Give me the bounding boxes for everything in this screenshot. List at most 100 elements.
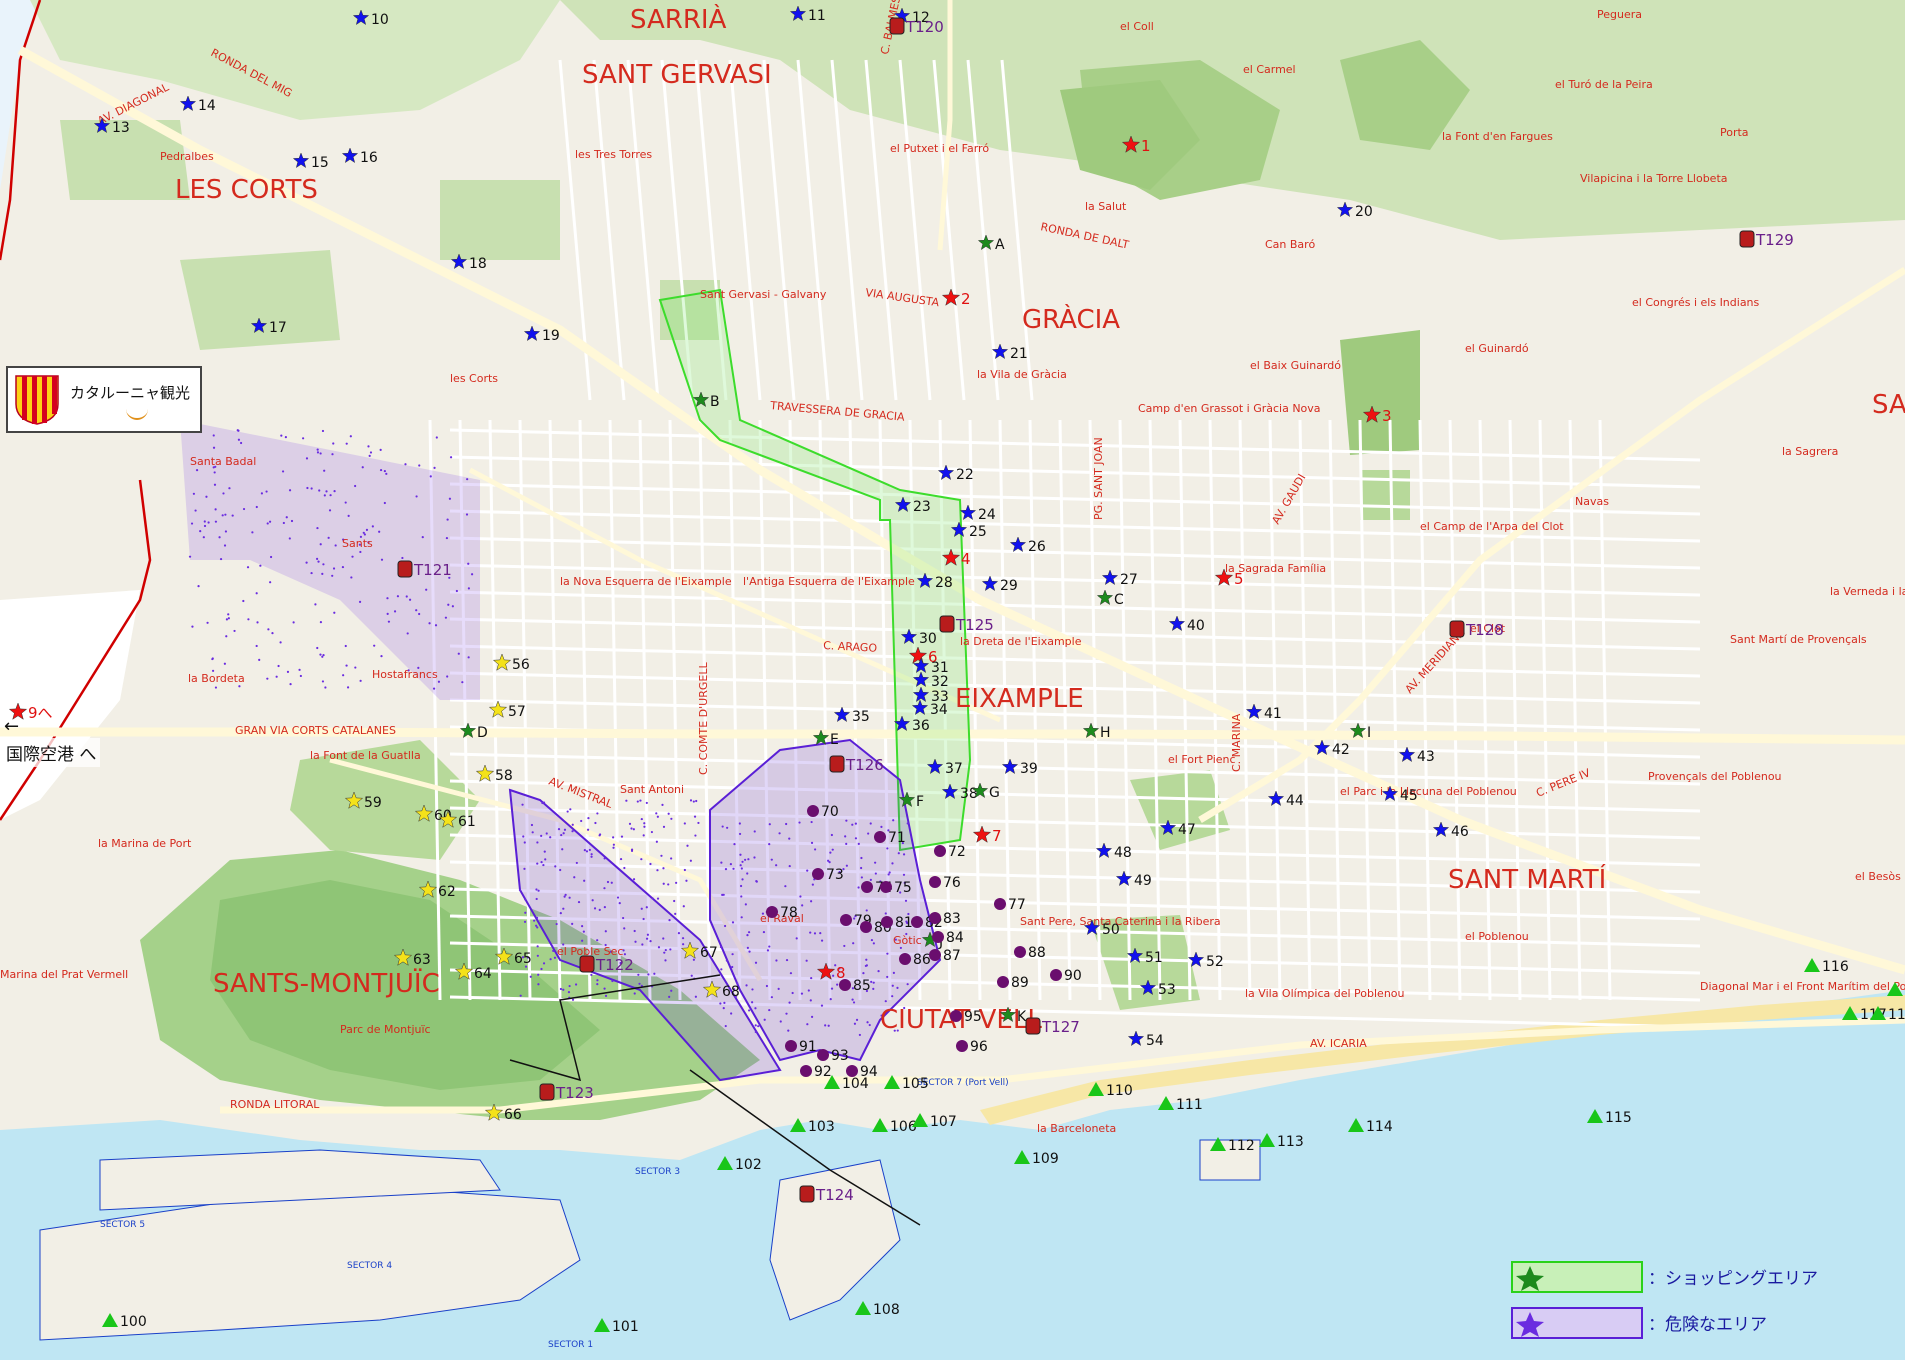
marker-label: T125 bbox=[955, 616, 994, 634]
purple-dot-icon[interactable] bbox=[956, 1040, 968, 1052]
airport-direction-label[interactable]: 国際空港 へ bbox=[2, 738, 101, 767]
marker-label: 21 bbox=[1010, 346, 1028, 362]
marker-label: T129 bbox=[1755, 231, 1794, 249]
neighbourhood-label: la Vila Olímpica del Poblenou bbox=[1245, 987, 1405, 1000]
purple-dot-icon[interactable] bbox=[874, 831, 886, 843]
marker-label: 103 bbox=[808, 1119, 835, 1135]
marker-label: T120 bbox=[905, 18, 944, 36]
marker-label: 46 bbox=[1451, 824, 1469, 840]
marker-label: 28 bbox=[935, 575, 953, 591]
marker-label: 87 bbox=[943, 948, 961, 964]
tram-icon[interactable] bbox=[829, 755, 845, 773]
barcelona-map[interactable]: SARRIÀ SANT GERVASI LES CORTS GRÀCIA EIX… bbox=[0, 0, 1905, 1360]
marker-label: T123 bbox=[555, 1084, 594, 1102]
marker-label: D bbox=[477, 725, 488, 741]
district-sants-montjuic: SANTS-MONTJUÏC bbox=[213, 967, 440, 999]
marker-label: 96 bbox=[970, 1039, 988, 1055]
neighbourhood-label: el Guinardó bbox=[1465, 342, 1529, 355]
tram-icon[interactable] bbox=[1739, 230, 1755, 248]
purple-dot-icon[interactable] bbox=[950, 1010, 962, 1022]
marker-label: 65 bbox=[514, 951, 532, 967]
marker-label: 54 bbox=[1146, 1033, 1164, 1049]
neighbourhood-label: Sant Martí de Provençals bbox=[1730, 633, 1867, 646]
purple-dot-icon[interactable] bbox=[1050, 969, 1062, 981]
neighbourhood-label: Camp d'en Grassot i Gràcia Nova bbox=[1138, 402, 1321, 415]
neighbourhood-label: Vilapicina i la Torre Llobeta bbox=[1580, 172, 1728, 185]
purple-dot-icon[interactable] bbox=[800, 1065, 812, 1077]
tram-icon[interactable] bbox=[889, 17, 905, 35]
purple-dot-icon[interactable] bbox=[1014, 946, 1026, 958]
purple-dot-icon[interactable] bbox=[881, 916, 893, 928]
marker-label: 41 bbox=[1264, 706, 1282, 722]
marker-label: 40 bbox=[1187, 618, 1205, 634]
purple-dot-icon[interactable] bbox=[880, 881, 892, 893]
marker-label: 66 bbox=[504, 1107, 522, 1123]
marker-label: 5 bbox=[1234, 570, 1244, 588]
marker-label: 16 bbox=[360, 150, 378, 166]
purple-dot-icon[interactable] bbox=[817, 1049, 829, 1061]
marker-label: 59 bbox=[364, 795, 382, 811]
marker-label: 42 bbox=[1332, 742, 1350, 758]
marker-label: 18 bbox=[469, 256, 487, 272]
purple-dot-icon[interactable] bbox=[934, 845, 946, 857]
purple-dot-icon[interactable] bbox=[812, 868, 824, 880]
purple-dot-icon[interactable] bbox=[997, 976, 1009, 988]
tram-icon[interactable] bbox=[397, 560, 413, 578]
purple-dot-icon[interactable] bbox=[929, 949, 941, 961]
purple-dot-icon[interactable] bbox=[861, 881, 873, 893]
purple-dot-icon[interactable] bbox=[839, 979, 851, 991]
purple-dot-icon[interactable] bbox=[929, 912, 941, 924]
purple-dot-icon[interactable] bbox=[807, 805, 819, 817]
purple-dot-icon[interactable] bbox=[994, 898, 1006, 910]
purple-dot-icon[interactable] bbox=[899, 953, 911, 965]
catalonia-tourism-logo[interactable]: カタルーニャ観光 bbox=[6, 366, 202, 433]
tram-icon[interactable] bbox=[799, 1185, 815, 1203]
port-sector-label: SECTOR 3 bbox=[635, 1167, 680, 1177]
marker-label: F bbox=[916, 794, 924, 810]
marker-label: 92 bbox=[814, 1064, 832, 1080]
marker-label: 83 bbox=[943, 911, 961, 927]
marker-label: 78 bbox=[780, 905, 798, 921]
marker-label: 110 bbox=[1106, 1083, 1133, 1099]
marker-label: 64 bbox=[474, 966, 492, 982]
marker-label: T122 bbox=[595, 956, 634, 974]
marker-label: 91 bbox=[799, 1039, 817, 1055]
marker-label: T126 bbox=[845, 756, 884, 774]
purple-dot-icon[interactable] bbox=[840, 914, 852, 926]
neighbourhood-label: el Besòs i el Maresme bbox=[1855, 870, 1905, 883]
tram-icon[interactable] bbox=[579, 955, 595, 973]
tram-icon[interactable] bbox=[539, 1083, 555, 1101]
marker-label: 86 bbox=[913, 952, 931, 968]
marker-label: 2 bbox=[961, 290, 971, 308]
tram-icon[interactable] bbox=[1025, 1017, 1041, 1035]
purple-dot-icon[interactable] bbox=[929, 876, 941, 888]
marker-label: 109 bbox=[1032, 1151, 1059, 1167]
purple-dot-icon[interactable] bbox=[766, 906, 778, 918]
neighbourhood-label: Pedralbes bbox=[160, 150, 214, 163]
purple-dot-icon[interactable] bbox=[785, 1040, 797, 1052]
purple-dot-icon[interactable] bbox=[860, 921, 872, 933]
purple-dot-icon[interactable] bbox=[911, 916, 923, 928]
marker-label: 47 bbox=[1178, 822, 1196, 838]
legend-shopping-label: ：ショッピングエリア bbox=[1648, 1269, 1818, 1289]
marker-label: 57 bbox=[508, 704, 526, 720]
neighbourhood-label: el Putxet i el Farró bbox=[890, 142, 989, 155]
marker-label: 7 bbox=[992, 827, 1002, 845]
marker-label: 11 bbox=[808, 8, 826, 24]
purple-dot-icon[interactable] bbox=[932, 931, 944, 943]
neighbourhood-label: el Parc i la Llacuna del Poblenou bbox=[1340, 785, 1517, 798]
neighbourhood-label: la Marina de Port bbox=[98, 837, 192, 850]
tram-icon[interactable] bbox=[1449, 620, 1465, 638]
district-sant-marti: SANT MARTÍ bbox=[1448, 863, 1606, 895]
tram-icon[interactable] bbox=[939, 615, 955, 633]
marker-label: 32 bbox=[931, 674, 949, 690]
marker-label: 67 bbox=[700, 945, 718, 961]
airport-arrow-icon: ← bbox=[4, 716, 20, 737]
marker-label: 10 bbox=[371, 12, 389, 28]
marker-label: 34 bbox=[930, 702, 948, 718]
marker-label: 24 bbox=[978, 507, 996, 523]
marker-label: 19 bbox=[542, 328, 560, 344]
neighbourhood-label: la Nova Esquerra de l'Eixample bbox=[560, 575, 732, 588]
marker-label: 1 bbox=[1141, 137, 1151, 155]
marker-label: 56 bbox=[512, 657, 530, 673]
